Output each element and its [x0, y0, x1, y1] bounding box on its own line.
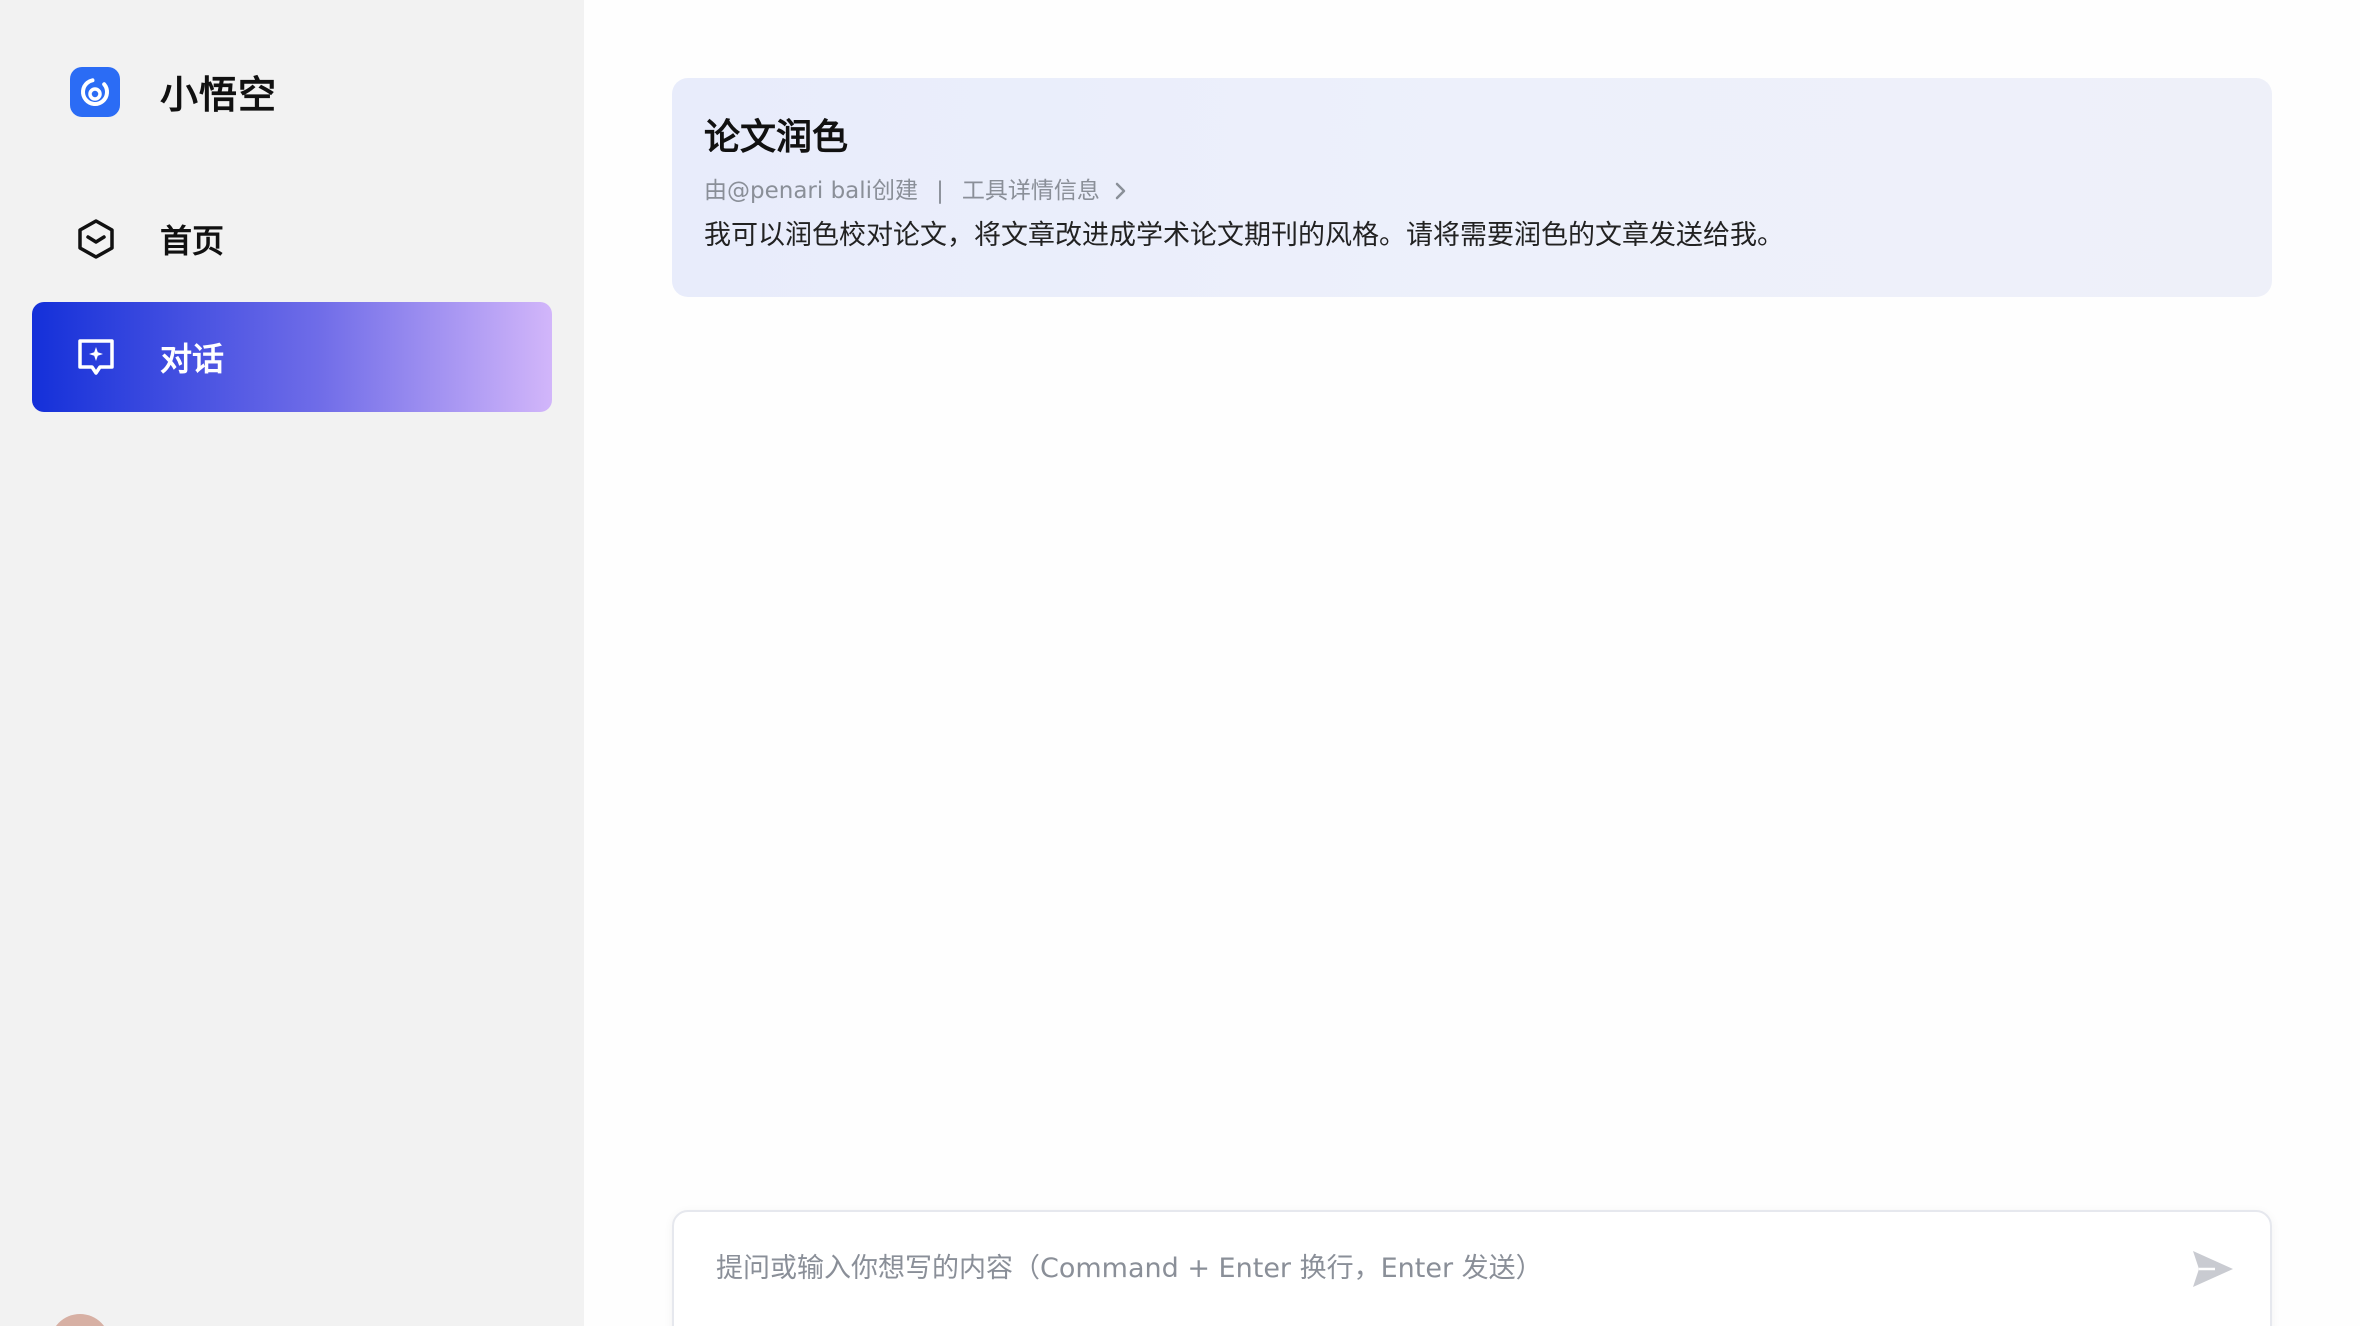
meta-separator: |	[936, 178, 944, 204]
tool-title: 论文润色	[704, 117, 849, 158]
sidebar-item-chat[interactable]: 对话	[32, 302, 552, 412]
sidebar-item-label: 对话	[160, 340, 225, 378]
app-logo-icon	[70, 66, 120, 117]
send-icon	[2193, 1251, 2233, 1287]
sidebar: 小悟空 首页 对话	[0, 0, 584, 1326]
tool-creator: 由@penari bali创建	[704, 178, 919, 204]
avatar[interactable]	[50, 1314, 110, 1326]
main-content: 论文润色 由@penari bali创建 | 工具详情信息 我可以润色校对论文，…	[584, 0, 2360, 1326]
tool-description: 我可以润色校对论文，将文章改进成学术论文期刊的风格。请将需要润色的文章发送给我。	[704, 220, 1784, 251]
tool-meta: 由@penari bali创建 | 工具详情信息	[704, 176, 2240, 206]
tool-info-card: 论文润色 由@penari bali创建 | 工具详情信息 我可以润色校对论文，…	[672, 78, 2272, 297]
tool-details-link[interactable]: 工具详情信息	[962, 176, 1128, 206]
tool-details-label: 工具详情信息	[961, 178, 1100, 204]
message-input[interactable]	[714, 1242, 2158, 1294]
brand[interactable]: 小悟空	[70, 64, 277, 119]
chat-bubble-icon	[74, 335, 118, 379]
app-window: 小悟空 首页 对话 论文润色 由@penari bali创建 | 工具详情信息 …	[0, 0, 2360, 1326]
app-name: 小悟空	[160, 73, 278, 117]
home-hexagon-icon	[74, 217, 118, 261]
send-button[interactable]	[2186, 1242, 2240, 1296]
message-composer	[672, 1210, 2272, 1326]
sidebar-item-home[interactable]: 首页	[32, 184, 552, 294]
sidebar-item-label: 首页	[160, 222, 225, 260]
chevron-right-icon	[1114, 181, 1128, 201]
